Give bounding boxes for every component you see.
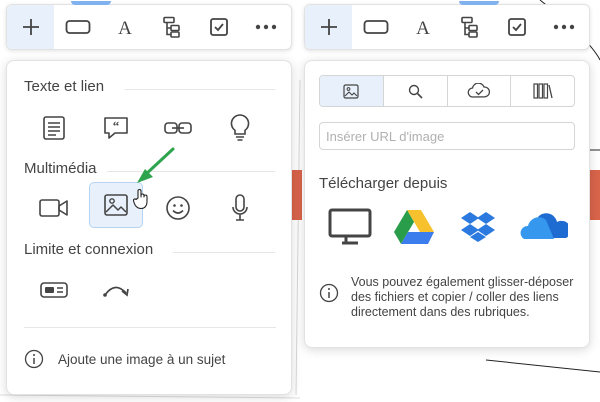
more-button[interactable] bbox=[242, 5, 289, 49]
comment-icon: “ bbox=[104, 117, 128, 139]
toolbar-left: A bbox=[6, 1, 292, 50]
video-icon bbox=[39, 199, 68, 217]
note-button[interactable] bbox=[27, 105, 81, 151]
info-icon bbox=[24, 349, 44, 369]
upload-onedrive-button[interactable] bbox=[519, 205, 569, 249]
add-button[interactable] bbox=[7, 5, 54, 49]
checkbox-icon bbox=[209, 18, 228, 36]
section-title: Texte et lien bbox=[24, 78, 105, 95]
hint-text: Vous pouvez également glisser-déposer de… bbox=[351, 275, 574, 319]
ellipsis-icon bbox=[255, 24, 276, 30]
connection-button[interactable] bbox=[89, 267, 143, 313]
shape-button[interactable] bbox=[54, 5, 101, 49]
shape-button[interactable] bbox=[352, 5, 399, 49]
tab-search[interactable] bbox=[384, 76, 448, 106]
task-button[interactable] bbox=[195, 5, 242, 49]
text-icon: A bbox=[118, 18, 132, 37]
tree-icon bbox=[162, 16, 180, 38]
image-url-input[interactable] bbox=[319, 122, 575, 150]
image-icon bbox=[343, 83, 359, 99]
idea-button[interactable] bbox=[213, 105, 267, 151]
image-insert-panel: Télécharger depuis Vous pouvez également… bbox=[304, 60, 590, 348]
add-button[interactable] bbox=[305, 5, 352, 49]
rectangle-icon bbox=[363, 20, 388, 34]
ellipsis-icon bbox=[553, 24, 574, 30]
boundary-icon bbox=[40, 282, 68, 298]
structure-button[interactable] bbox=[148, 5, 195, 49]
insert-menu: Texte et lien “ Multimédia Limite et con… bbox=[6, 60, 292, 395]
section-title: Multimédia bbox=[24, 160, 97, 177]
upload-computer-button[interactable] bbox=[325, 205, 375, 249]
hand-cursor-icon bbox=[133, 189, 148, 210]
toolbar-indicator bbox=[459, 1, 499, 5]
microphone-icon bbox=[232, 194, 248, 221]
google-drive-icon bbox=[394, 210, 434, 244]
plus-icon bbox=[320, 19, 337, 35]
tab-image[interactable] bbox=[320, 76, 384, 106]
connection-icon bbox=[103, 286, 129, 297]
svg-text:A: A bbox=[118, 18, 132, 37]
computer-icon bbox=[328, 208, 372, 245]
search-icon bbox=[408, 84, 423, 99]
cloud-check-icon bbox=[467, 83, 490, 98]
svg-text:“: “ bbox=[113, 118, 120, 133]
link-icon bbox=[164, 122, 192, 134]
toolbar-right: A bbox=[304, 1, 590, 50]
info-icon bbox=[319, 283, 339, 303]
idea-icon bbox=[230, 114, 250, 141]
drag-drop-hint: Vous pouvez également glisser-déposer de… bbox=[319, 275, 575, 320]
more-button[interactable] bbox=[540, 5, 587, 49]
annotation-arrow bbox=[137, 147, 175, 183]
toolbar-indicator bbox=[71, 1, 111, 5]
audio-button[interactable] bbox=[213, 185, 267, 231]
text-icon: A bbox=[416, 18, 430, 37]
section-title: Limite et connexion bbox=[24, 241, 154, 258]
checkbox-icon bbox=[507, 18, 526, 36]
tab-library[interactable] bbox=[511, 76, 574, 106]
structure-button[interactable] bbox=[446, 5, 493, 49]
tab-cloud[interactable] bbox=[448, 76, 512, 106]
text-button[interactable]: A bbox=[399, 5, 446, 49]
upload-title: Télécharger depuis bbox=[319, 175, 448, 192]
image-icon bbox=[104, 194, 128, 216]
onedrive-icon bbox=[520, 213, 568, 239]
image-source-tabs bbox=[319, 75, 575, 107]
task-button[interactable] bbox=[493, 5, 540, 49]
library-icon bbox=[533, 83, 553, 99]
divider bbox=[24, 327, 276, 328]
boundary-button[interactable] bbox=[27, 267, 81, 313]
dropbox-icon bbox=[461, 212, 495, 242]
tree-icon bbox=[460, 16, 478, 38]
video-button[interactable] bbox=[27, 185, 81, 231]
text-button[interactable]: A bbox=[101, 5, 148, 49]
note-icon bbox=[43, 116, 65, 140]
menu-hint: Ajoute une image à un sujet bbox=[24, 345, 284, 373]
emoji-icon bbox=[166, 196, 190, 220]
upload-dropbox-button[interactable] bbox=[453, 205, 503, 249]
divider bbox=[125, 89, 275, 90]
divider bbox=[173, 252, 275, 253]
hint-text: Ajoute une image à un sujet bbox=[58, 351, 226, 367]
plus-icon bbox=[22, 19, 39, 35]
svg-text:A: A bbox=[416, 18, 430, 37]
upload-google-drive-button[interactable] bbox=[389, 205, 439, 249]
rectangle-icon bbox=[65, 20, 90, 34]
